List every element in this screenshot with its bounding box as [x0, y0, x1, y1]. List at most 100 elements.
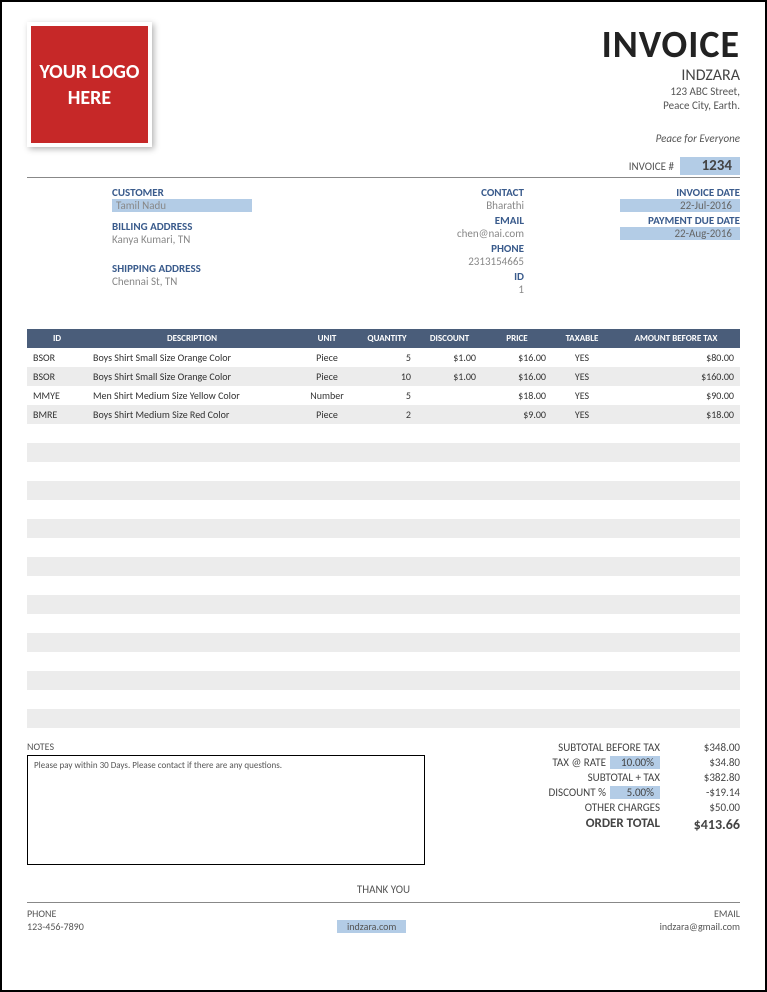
cell-disc: [417, 386, 482, 405]
cell-disc: [417, 481, 482, 500]
company-addr1: 123 ABC Street,: [602, 85, 740, 99]
invoice-number-value: 1234: [680, 157, 740, 175]
cell-unit: [297, 538, 357, 557]
cell-amt: [612, 557, 740, 576]
col-id: ID: [27, 329, 87, 348]
invoice-number-row: INVOICE # 1234: [27, 157, 740, 178]
cell-disc: [417, 690, 482, 709]
cell-disc: [417, 405, 482, 424]
notes-box: Please pay within 30 Days. Please contac…: [27, 755, 425, 865]
footer-email: EMAIL indzara@gmail.com: [660, 907, 740, 933]
cell-amt: [612, 424, 740, 443]
cell-price: [482, 557, 552, 576]
cell-unit: [297, 576, 357, 595]
info-section: CUSTOMER Tamil Nadu BILLING ADDRESS Kany…: [27, 186, 740, 304]
invoice-date-value: 22-Jul-2016: [534, 199, 740, 212]
cell-disc: [417, 671, 482, 690]
email-label: EMAIL: [318, 214, 524, 227]
shipping-label: SHIPPING ADDRESS: [112, 262, 318, 275]
cell-tax: [552, 709, 612, 728]
col-price: PRICE: [482, 329, 552, 348]
notes-label: NOTES: [27, 740, 425, 753]
cell-unit: [297, 709, 357, 728]
cell-price: [482, 462, 552, 481]
cell-price: [482, 519, 552, 538]
col-unit: UNIT: [297, 329, 357, 348]
cell-unit: Piece: [297, 405, 357, 424]
taxrate-row: TAX @ RATE10.00% $34.80: [455, 755, 740, 770]
table-row: [27, 690, 740, 709]
billing-label: BILLING ADDRESS: [112, 220, 318, 233]
cell-desc: Boys Shirt Small Size Orange Color: [87, 367, 297, 386]
cell-tax: YES: [552, 348, 612, 367]
cell-unit: [297, 690, 357, 709]
table-row: MMYEMen Shirt Medium Size Yellow ColorNu…: [27, 386, 740, 405]
cell-desc: [87, 633, 297, 652]
cell-amt: [612, 709, 740, 728]
cell-unit: [297, 671, 357, 690]
shipping-value: Chennai St, TN: [112, 275, 318, 288]
cell-qty: [357, 690, 417, 709]
cell-id: [27, 481, 87, 500]
cell-tax: [552, 576, 612, 595]
cell-id: BSOR: [27, 367, 87, 386]
cell-id: [27, 690, 87, 709]
cell-desc: [87, 690, 297, 709]
cell-tax: [552, 481, 612, 500]
cell-qty: [357, 443, 417, 462]
cell-desc: [87, 557, 297, 576]
cell-desc: Boys Shirt Medium Size Red Color: [87, 405, 297, 424]
cell-desc: [87, 595, 297, 614]
cell-qty: [357, 576, 417, 595]
cell-qty: [357, 538, 417, 557]
invoice-date-label: INVOICE DATE: [534, 186, 740, 199]
cell-tax: [552, 443, 612, 462]
table-row: [27, 500, 740, 519]
table-row: [27, 424, 740, 443]
due-date-value: 22-Aug-2016: [534, 227, 740, 240]
invoice-number-label: INVOICE #: [629, 160, 674, 173]
cell-id: [27, 652, 87, 671]
cell-qty: [357, 633, 417, 652]
table-row: [27, 652, 740, 671]
cell-id: BSOR: [27, 348, 87, 367]
cell-amt: [612, 690, 740, 709]
cell-desc: Men Shirt Medium Size Yellow Color: [87, 386, 297, 405]
cell-tax: YES: [552, 405, 612, 424]
header: YOUR LOGO HERE INVOICE INDZARA 123 ABC S…: [27, 22, 740, 147]
contact-value: Bharathi: [318, 199, 524, 212]
cell-qty: [357, 614, 417, 633]
cell-id: [27, 709, 87, 728]
cell-desc: [87, 424, 297, 443]
cell-tax: YES: [552, 367, 612, 386]
company-block: INVOICE INDZARA 123 ABC Street, Peace Ci…: [602, 22, 740, 147]
cell-tax: [552, 614, 612, 633]
cell-id: [27, 519, 87, 538]
cell-qty: [357, 519, 417, 538]
cell-disc: [417, 652, 482, 671]
logo-placeholder: YOUR LOGO HERE: [27, 22, 152, 147]
cell-amt: [612, 500, 740, 519]
cell-unit: Number: [297, 386, 357, 405]
cell-qty: [357, 424, 417, 443]
cell-disc: [417, 709, 482, 728]
cell-id: [27, 500, 87, 519]
cell-unit: [297, 481, 357, 500]
cell-amt: $18.00: [612, 405, 740, 424]
cell-unit: [297, 633, 357, 652]
cell-desc: [87, 443, 297, 462]
cell-tax: [552, 633, 612, 652]
cell-tax: [552, 462, 612, 481]
cell-id: BMRE: [27, 405, 87, 424]
cell-id: [27, 443, 87, 462]
cell-disc: [417, 538, 482, 557]
contact-label: CONTACT: [318, 186, 524, 199]
col-amt: AMOUNT BEFORE TAX: [612, 329, 740, 348]
due-date-label: PAYMENT DUE DATE: [534, 214, 740, 227]
cell-desc: [87, 462, 297, 481]
table-row: [27, 614, 740, 633]
cell-desc: Boys Shirt Small Size Orange Color: [87, 348, 297, 367]
logo-text: YOUR LOGO HERE: [31, 59, 148, 111]
cell-price: [482, 595, 552, 614]
customer-column: CUSTOMER Tamil Nadu BILLING ADDRESS Kany…: [112, 186, 318, 304]
